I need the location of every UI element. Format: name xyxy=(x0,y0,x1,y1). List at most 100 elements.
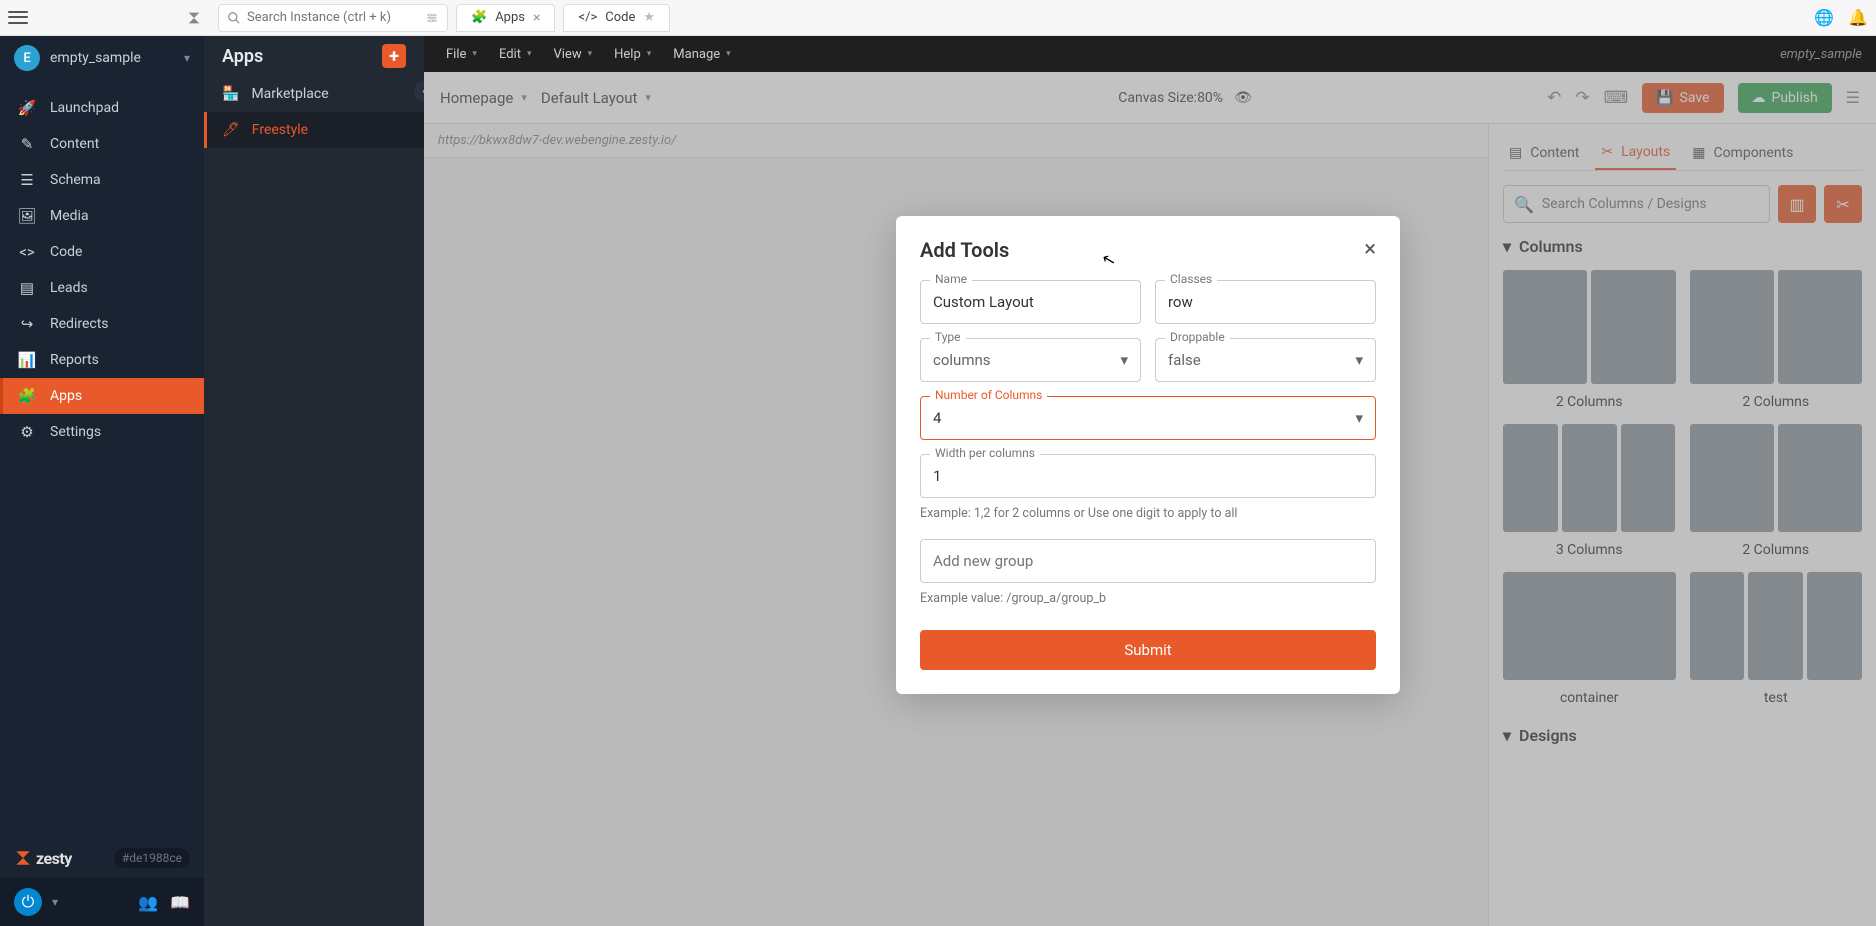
field-group xyxy=(920,539,1376,583)
close-icon[interactable]: × xyxy=(533,10,540,26)
left-sidebar: E empty_sample ▾ 🚀Launchpad ✎Content ☰ Sc… xyxy=(0,36,204,926)
nav-content[interactable]: ✎Content xyxy=(0,126,204,162)
power-button[interactable]: ⏻ xyxy=(14,888,42,916)
type-select[interactable]: columns▾ xyxy=(920,338,1141,382)
menu-label: File xyxy=(446,47,466,62)
redirect-icon: ↪ xyxy=(18,315,36,333)
width-input[interactable] xyxy=(920,454,1376,498)
field-width: Width per columns xyxy=(920,454,1376,498)
menu-file[interactable]: File ▾ xyxy=(438,43,485,66)
nav-schema[interactable]: ☰ Schema xyxy=(0,162,204,198)
menubar-user: empty_sample xyxy=(1780,47,1862,62)
version-hash[interactable]: #de1988ce xyxy=(114,848,190,868)
field-label: Classes xyxy=(1165,272,1217,286)
tab-label: Code xyxy=(605,10,635,25)
nav-leads[interactable]: ▤Leads xyxy=(0,270,204,306)
menu-edit[interactable]: Edit ▾ xyxy=(491,43,540,66)
menu-label: View xyxy=(553,47,581,62)
menu-manage[interactable]: Manage▾ xyxy=(665,43,738,66)
field-label: Droppable xyxy=(1165,330,1230,344)
brand-text: zesty xyxy=(36,849,72,868)
nav-label: Media xyxy=(50,208,89,224)
add-app-button[interactable]: + xyxy=(382,44,406,68)
chart-icon: 📊 xyxy=(18,351,36,369)
chevron-down-icon: ▾ xyxy=(726,49,731,59)
nav-media[interactable]: 🖼Media xyxy=(0,198,204,234)
zesty-logo[interactable]: zesty xyxy=(14,849,72,868)
modal-close-button[interactable]: × xyxy=(1364,239,1376,261)
name-input[interactable] xyxy=(920,280,1141,324)
rocket-icon: 🚀 xyxy=(18,99,36,117)
account-name: empty_sample xyxy=(50,50,174,66)
topbar-right: 🌐 🔔 xyxy=(1814,8,1868,27)
tab-apps[interactable]: 🧩 Apps × xyxy=(456,4,555,32)
chevron-down-icon: ▾ xyxy=(472,49,477,59)
main-nav: 🚀Launchpad ✎Content ☰ Schema 🖼Media <>Cod… xyxy=(0,80,204,838)
nav2-label: Freestyle xyxy=(252,122,308,138)
pin-icon[interactable]: ★ xyxy=(643,10,655,25)
group-input[interactable] xyxy=(920,539,1376,583)
book-icon[interactable]: 📖 xyxy=(170,893,190,912)
nav2-label: Marketplace xyxy=(251,86,328,102)
field-type: Type columns▾ xyxy=(920,338,1141,382)
zesty-mark-icon xyxy=(14,849,32,867)
menu-label: Edit xyxy=(499,47,521,62)
submit-button[interactable]: Submit xyxy=(920,630,1376,670)
nav-label: Settings xyxy=(50,424,101,440)
pencil-icon: ✎ xyxy=(18,135,36,153)
chevron-down-icon: ▾ xyxy=(184,51,190,65)
tab-label: Apps xyxy=(495,10,525,25)
select-value: 4 xyxy=(933,409,941,427)
nav-launchpad[interactable]: 🚀Launchpad xyxy=(0,90,204,126)
chevron-down-icon: ▾ xyxy=(527,49,532,59)
bell-icon[interactable]: 🔔 xyxy=(1848,8,1868,27)
database-icon: ☰ xyxy=(18,171,36,189)
code-icon: <> xyxy=(18,243,36,261)
nav-redirects[interactable]: ↪Redirects xyxy=(0,306,204,342)
field-label: Name xyxy=(930,272,972,286)
group-help-text: Example value: /group_a/group_b xyxy=(920,591,1376,606)
search-instance[interactable] xyxy=(218,4,448,32)
menu-label: Help xyxy=(614,47,641,62)
nav-label: Leads xyxy=(50,280,88,296)
field-label: Width per columns xyxy=(930,446,1040,460)
puzzle-icon: 🧩 xyxy=(18,387,36,405)
nav-apps[interactable]: 🧩Apps xyxy=(0,378,204,414)
sidebar2-header: Apps + xyxy=(204,36,424,76)
classes-input[interactable] xyxy=(1155,280,1376,324)
nav2-freestyle[interactable]: 🖊Freestyle xyxy=(204,112,424,148)
nav-code[interactable]: <>Code xyxy=(0,234,204,270)
num-columns-select[interactable]: 4▾ xyxy=(920,396,1376,440)
globe-icon[interactable]: 🌐 xyxy=(1814,8,1834,27)
hamburger-icon[interactable] xyxy=(8,8,28,28)
menu-view[interactable]: View ▾ xyxy=(545,43,600,66)
bottom-icons: 👥 📖 xyxy=(138,893,190,912)
chevron-down-icon[interactable]: ▾ xyxy=(52,895,58,909)
secondary-sidebar: Apps + 🏪Marketplace 🖊Freestyle « xyxy=(204,36,424,926)
chevron-down-icon: ▾ xyxy=(1355,351,1363,369)
tab-code[interactable]: </> Code ★ xyxy=(563,4,670,32)
chevron-down-icon: ▾ xyxy=(588,49,593,59)
code-icon: </> xyxy=(578,10,597,25)
nav-settings[interactable]: ⚙ Settings xyxy=(0,414,204,450)
menu-help[interactable]: Help▾ xyxy=(606,43,659,66)
chevron-down-icon: ▾ xyxy=(1120,351,1128,369)
sidebar2-title: Apps xyxy=(222,46,263,67)
account-switcher[interactable]: E empty_sample ▾ xyxy=(0,36,204,80)
search-input[interactable] xyxy=(247,10,419,25)
select-value: false xyxy=(1168,351,1201,369)
width-help-text: Example: 1,2 for 2 columns or Use one di… xyxy=(920,506,1376,521)
field-num-columns: Number of Columns 4▾ xyxy=(920,396,1376,440)
droppable-select[interactable]: false ▾ xyxy=(1155,338,1376,382)
nav-label: Schema xyxy=(50,172,101,188)
add-tools-modal: Add Tools × Name Classes Type columns▾ D… xyxy=(896,216,1400,694)
filter-icon[interactable] xyxy=(425,11,439,25)
avatar: E xyxy=(14,45,40,71)
search-icon xyxy=(227,11,241,25)
chevron-down-icon: ▾ xyxy=(1355,409,1363,427)
nav-reports[interactable]: 📊Reports xyxy=(0,342,204,378)
gear-icon: ⚙ xyxy=(18,423,36,441)
users-icon[interactable]: 👥 xyxy=(138,893,158,912)
field-name: Name xyxy=(920,280,1141,324)
nav2-marketplace[interactable]: 🏪Marketplace xyxy=(204,76,424,112)
